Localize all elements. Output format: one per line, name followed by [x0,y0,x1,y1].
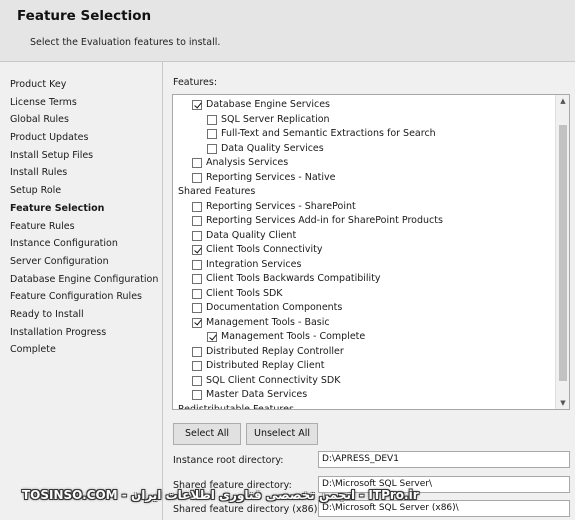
feature-checkbox[interactable] [192,201,202,212]
feature-row[interactable]: Reporting Services Add-in for SharePoint… [173,214,557,229]
feature-checkbox[interactable] [192,245,202,256]
feature-checkbox[interactable] [207,143,217,154]
instance-root-field[interactable]: D:\APRESS_DEV1 [318,451,570,468]
feature-label: Reporting Services - SharePoint [206,200,356,212]
feature-label: SQL Client Connectivity SDK [206,374,341,386]
features-tree[interactable]: Database Engine Services SQL Server Repli… [172,94,570,410]
wizard-step-item[interactable]: Server Configuration [10,253,160,271]
feature-checkbox[interactable] [192,375,202,386]
select-all-button[interactable]: Select All [173,423,241,445]
feature-row[interactable]: Full-Text and Semantic Extractions for S… [173,127,557,142]
feature-label: Management Tools - Basic [206,316,330,328]
wizard-step-item[interactable]: Database Engine Configuration [10,271,160,289]
wizard-step-item[interactable]: License Terms [10,94,160,112]
page-header: Feature Selection Select the Evaluation … [0,0,575,62]
feature-checkbox[interactable] [192,216,202,227]
feature-label: Analysis Services [206,157,289,168]
scroll-down-arrow-icon[interactable]: ▼ [556,397,569,409]
feature-label: Integration Services [206,258,302,270]
feature-row[interactable]: Client Tools Backwards Compatibility [173,272,557,287]
feature-checkbox[interactable] [207,114,217,125]
feature-row[interactable]: Client Tools SDK [173,287,557,302]
feature-row[interactable]: Master Data Services [173,388,557,403]
features-tree-list: Database Engine Services SQL Server Repli… [173,98,557,410]
feature-row[interactable]: Distributed Replay Controller [173,345,557,360]
feature-checkbox[interactable] [192,259,202,270]
feature-label: Master Data Services [206,389,308,400]
feature-row[interactable]: Management Tools - Complete [173,330,557,345]
wizard-step-item[interactable]: Instance Configuration [10,235,160,253]
feature-label: Shared Features [178,186,256,197]
feature-row[interactable]: SQL Client Connectivity SDK [173,374,557,389]
feature-label: Distributed Replay Controller [206,345,344,357]
wizard-steps-nav: Product Key License Terms Global Rules Prod… [10,76,160,359]
wizard-step-item[interactable]: Setup Role [10,182,160,200]
feature-row[interactable]: Analysis Services [173,156,557,171]
features-label: Features: [173,77,218,88]
wizard-step-item[interactable]: Complete [10,341,160,359]
feature-label: Client Tools Backwards Compatibility [206,273,381,284]
wizard-step-item[interactable]: Install Rules [10,164,160,182]
feature-row[interactable]: Distributed Replay Client [173,359,557,374]
scroll-up-arrow-icon[interactable]: ▲ [556,95,569,107]
feature-label: Full-Text and Semantic Extractions for S… [221,128,436,139]
feature-group-heading: Shared Features [173,185,557,200]
feature-label: SQL Server Replication [221,113,330,125]
wizard-step-item[interactable]: Installation Progress [10,324,160,342]
watermark-text: TOSINSO.COM - انجمن تخصصی فناوری اطلاعات… [22,488,419,502]
feature-label: Reporting Services Add-in for SharePoint… [206,215,443,226]
wizard-step-item[interactable]: Install Setup Files [10,147,160,165]
feature-checkbox[interactable] [207,332,217,343]
feature-checkbox[interactable] [192,288,202,299]
wizard-step-item[interactable]: Product Updates [10,129,160,147]
feature-checkbox[interactable] [192,100,202,111]
page-title: Feature Selection [17,8,152,24]
feature-checkbox[interactable] [192,230,202,241]
feature-row[interactable]: Reporting Services - SharePoint [173,200,557,215]
feature-label: Client Tools Connectivity [206,244,323,255]
feature-row[interactable]: Client Tools Connectivity [173,243,557,258]
feature-row[interactable]: Management Tools - Basic [173,316,557,331]
wizard-step-item[interactable]: Ready to Install [10,306,160,324]
feature-checkbox[interactable] [192,274,202,285]
feature-checkbox[interactable] [207,129,217,140]
features-scrollbar[interactable]: ▲ ▼ [555,95,569,409]
feature-group-heading: Redistributable Features [173,403,557,410]
shared-feature-dir-x86-field[interactable]: D:\Microsoft SQL Server (x86)\ [318,500,570,517]
unselect-all-button[interactable]: Unselect All [246,423,318,445]
feature-label: Documentation Components [206,302,343,313]
instance-root-label: Instance root directory: [173,455,284,466]
feature-label: Database Engine Services [206,99,330,110]
feature-row[interactable]: Database Engine Services [173,98,557,113]
wizard-step-item[interactable]: Product Key [10,76,160,94]
feature-row[interactable]: Data Quality Client [173,229,557,244]
wizard-step-item[interactable]: Global Rules [10,111,160,129]
wizard-step-item[interactable]: Feature Selection [10,200,160,218]
feature-label: Reporting Services - Native [206,171,336,183]
feature-row[interactable]: SQL Server Replication [173,113,557,128]
feature-checkbox[interactable] [192,303,202,314]
page-subtitle: Select the Evaluation features to instal… [30,37,221,48]
feature-label: Data Quality Client [206,229,297,241]
feature-row[interactable]: Integration Services [173,258,557,273]
feature-label: Client Tools SDK [206,287,283,299]
feature-row[interactable]: Documentation Components [173,301,557,316]
feature-row[interactable]: Data Quality Services [173,142,557,157]
wizard-step-item[interactable]: Feature Configuration Rules [10,288,160,306]
feature-label: Data Quality Services [221,142,324,154]
feature-checkbox[interactable] [192,172,202,183]
feature-label: Management Tools - Complete [221,331,366,342]
feature-label: Redistributable Features [178,403,294,410]
feature-label: Distributed Replay Client [206,360,325,371]
feature-checkbox[interactable] [192,390,202,401]
feature-checkbox[interactable] [192,158,202,169]
pane-divider [162,62,163,520]
feature-checkbox[interactable] [192,361,202,372]
wizard-step-item[interactable]: Feature Rules [10,218,160,236]
scroll-thumb[interactable] [559,125,567,381]
shared-feature-dir-x86-label: Shared feature directory (x86): [173,504,321,515]
feature-checkbox[interactable] [192,346,202,357]
feature-checkbox[interactable] [192,317,202,328]
feature-row[interactable]: Reporting Services - Native [173,171,557,186]
